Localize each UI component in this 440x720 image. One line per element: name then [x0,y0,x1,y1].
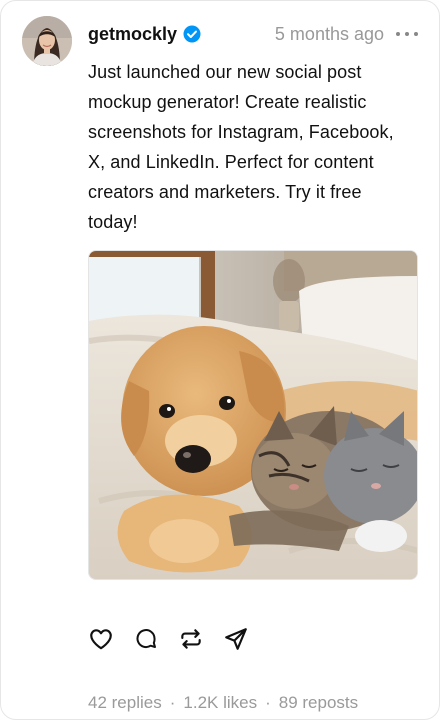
post-actions [87,625,267,653]
send-icon[interactable] [222,625,250,653]
post-card: getmockly 5 months ago Just launched our… [0,0,440,720]
reposts-count[interactable]: 89 reposts [279,693,358,712]
heart-icon[interactable] [87,625,115,653]
avatar-image [22,16,72,66]
stats-separator: · [265,693,271,712]
replies-count[interactable]: 42 replies [88,693,162,712]
puppy-and-kitten-photo [89,251,417,579]
likes-count[interactable]: 1.2K likes [183,693,257,712]
verified-badge-icon [183,25,201,43]
stats-separator: · [169,693,176,712]
more-options-icon[interactable] [396,24,418,44]
repost-icon[interactable] [177,625,205,653]
post-image[interactable] [88,250,418,580]
avatar[interactable] [22,16,72,66]
username[interactable]: getmockly [88,24,177,45]
comment-icon[interactable] [132,625,160,653]
timestamp: 5 months ago [274,23,384,44]
post-stats: 42 replies · 1.2K likes · 89 reposts [88,693,358,713]
post-header: getmockly 5 months ago [88,19,418,49]
post-text: Just launched our new social post mockup… [88,62,394,232]
